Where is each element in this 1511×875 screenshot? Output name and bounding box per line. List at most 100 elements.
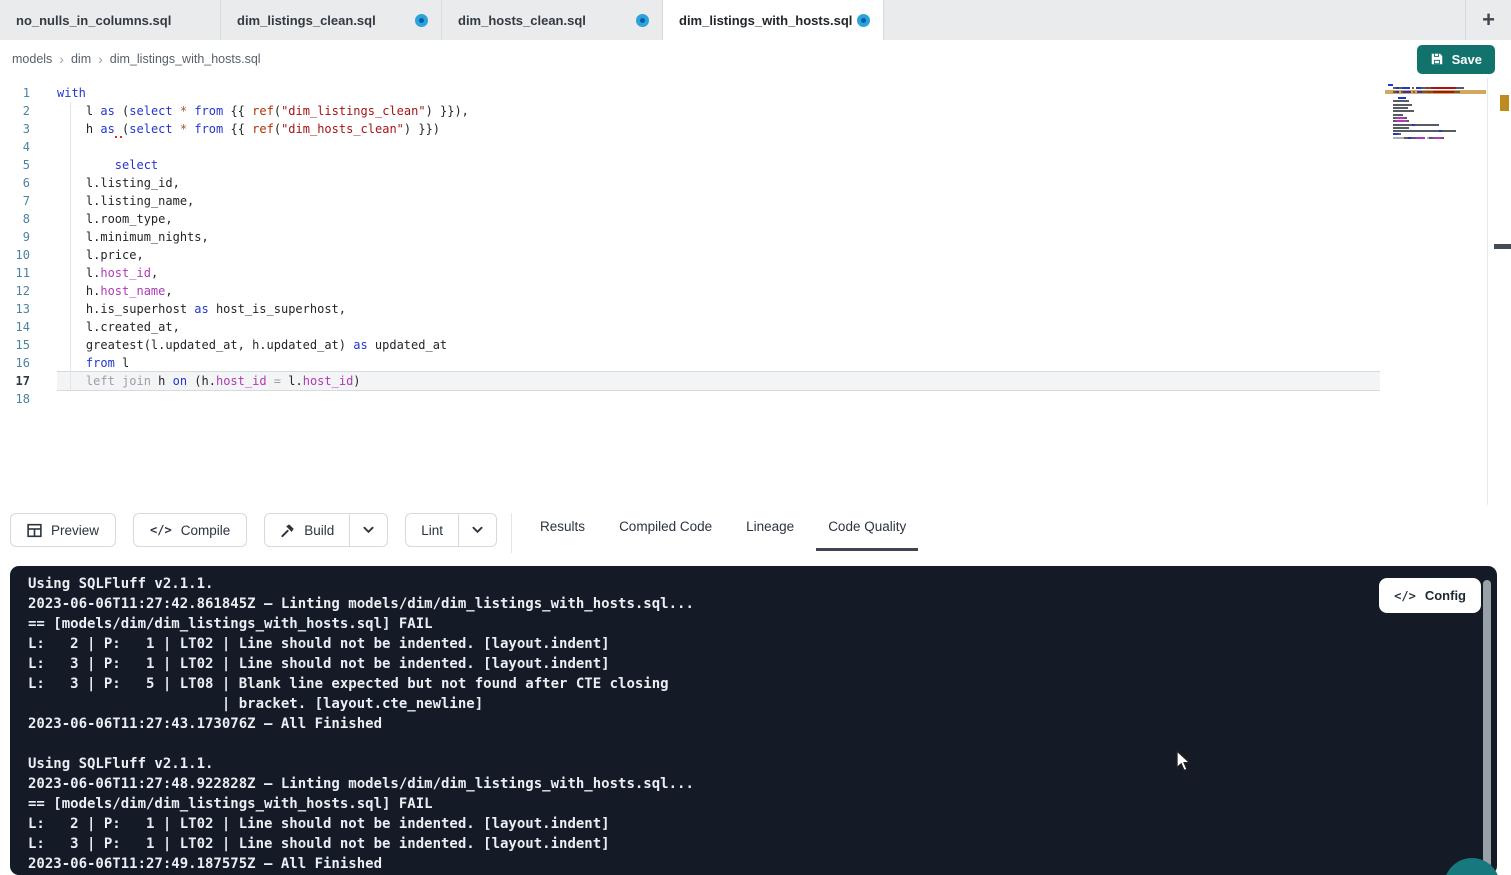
code-editor[interactable]: 1with2 l as (select * from {{ ref("dim_l…	[0, 78, 1511, 505]
chevron-down-icon	[363, 526, 374, 534]
code-line-14[interactable]: 14 l.created_at,	[0, 318, 1380, 336]
preview-grid-icon	[27, 523, 42, 538]
code-line-15[interactable]: 15 greatest(l.updated_at, h.updated_at) …	[0, 336, 1380, 354]
line-number: 1	[0, 84, 30, 102]
terminal-scrollbar[interactable]	[1483, 580, 1491, 868]
terminal-line: Using SQLFluff v2.1.1.	[10, 754, 1497, 774]
ruler-warning-marker	[1500, 95, 1509, 111]
build-button[interactable]: Build	[265, 514, 349, 546]
tab-dim_hosts_clean.sql[interactable]: dim_hosts_clean.sql	[442, 0, 663, 40]
breadcrumb-item[interactable]: models	[12, 52, 52, 66]
line-number: 6	[0, 174, 30, 192]
tab-label: dim_listings_with_hosts.sql	[679, 13, 852, 28]
minimap-line	[1388, 127, 1464, 129]
minimap-line	[1388, 133, 1464, 135]
ruler-position-marker[interactable]	[1494, 244, 1511, 249]
breadcrumb-separator: ›	[98, 51, 103, 67]
line-number: 3	[0, 120, 30, 138]
code-line-4[interactable]: 4	[0, 138, 1380, 156]
terminal-line: | bracket. [layout.cte_newline]	[10, 694, 1497, 714]
preview-button[interactable]: Preview	[10, 513, 116, 547]
minimap-line	[1388, 107, 1464, 109]
code-line-10[interactable]: 10 l.price,	[0, 246, 1380, 264]
minimap-line	[1388, 104, 1464, 106]
code-text: h.is_superhost as host_is_superhost,	[57, 300, 1380, 318]
code-line-13[interactable]: 13 h.is_superhost as host_is_superhost,	[0, 300, 1380, 318]
code-line-18[interactable]: 18	[0, 390, 1380, 408]
minimap-line	[1388, 94, 1464, 96]
minimap-line	[1388, 124, 1464, 126]
code-lines: 1with2 l as (select * from {{ ref("dim_l…	[0, 84, 1380, 408]
line-number: 10	[0, 246, 30, 264]
terminal-output: Using SQLFluff v2.1.1.2023-06-06T11:27:4…	[10, 566, 1497, 874]
tab-label: dim_hosts_clean.sql	[458, 13, 586, 28]
modified-dot-icon	[636, 14, 649, 27]
terminal-line	[10, 734, 1497, 754]
lint-button[interactable]: Lint	[406, 514, 458, 546]
code-line-12[interactable]: 12 h.host_name,	[0, 282, 1380, 300]
gutter-space	[30, 138, 57, 156]
save-button[interactable]: Save	[1417, 45, 1495, 74]
code-line-11[interactable]: 11 l.host_id,	[0, 264, 1380, 282]
tab-bar-spacer	[884, 0, 1465, 40]
build-dropdown-button[interactable]	[349, 514, 387, 546]
code-text	[57, 138, 1380, 156]
compile-button[interactable]: </> Compile	[133, 513, 247, 547]
minimap[interactable]	[1388, 84, 1464, 143]
line-number: 2	[0, 102, 30, 120]
breadcrumb-item[interactable]: dim	[71, 52, 91, 66]
terminal-line: L: 2 | P: 1 | LT02 | Line should not be …	[10, 814, 1497, 834]
lint-dropdown-button[interactable]	[458, 514, 496, 546]
panel-tab-code-quality[interactable]: Code Quality	[816, 505, 918, 551]
code-text: l.listing_name,	[57, 192, 1380, 210]
panel-tab-lineage[interactable]: Lineage	[734, 505, 806, 551]
code-line-16[interactable]: 16 from l	[0, 354, 1380, 372]
modified-dot-inner	[640, 18, 645, 23]
minimap-line	[1388, 87, 1464, 89]
code-line-17[interactable]: 17 left join h on (h.host_id = l.host_id…	[0, 372, 1380, 390]
code-text: left join h on (h.host_id = l.host_id)	[57, 372, 1380, 390]
save-button-label: Save	[1452, 52, 1482, 67]
build-button-label: Build	[304, 523, 334, 538]
gutter-space	[30, 318, 57, 336]
code-line-5[interactable]: 5 select	[0, 156, 1380, 174]
code-line-6[interactable]: 6 l.listing_id,	[0, 174, 1380, 192]
modified-dot-icon	[415, 14, 428, 27]
terminal-line: 2023-06-06T11:27:43.173076Z – All Finish…	[10, 714, 1497, 734]
modified-dot-inner	[861, 18, 866, 23]
code-line-7[interactable]: 7 l.listing_name,	[0, 192, 1380, 210]
tab-dim_listings_with_hosts.sql[interactable]: dim_listings_with_hosts.sql	[663, 0, 884, 40]
modified-dot-icon	[857, 14, 870, 27]
gutter-space	[30, 84, 57, 102]
hammer-icon	[280, 523, 295, 538]
line-number: 8	[0, 210, 30, 228]
code-line-3[interactable]: 3 h as (select * from {{ ref("dim_hosts_…	[0, 120, 1380, 138]
line-number: 5	[0, 156, 30, 174]
gutter-space	[30, 156, 57, 174]
code-line-2[interactable]: 2 l as (select * from {{ ref("dim_listin…	[0, 102, 1380, 120]
gutter-space	[30, 210, 57, 228]
code-line-1[interactable]: 1with	[0, 84, 1380, 102]
terminal-line: Using SQLFluff v2.1.1.	[10, 574, 1497, 594]
save-icon	[1430, 52, 1444, 66]
terminal-line: 2023-06-06T11:27:42.861845Z – Linting mo…	[10, 594, 1497, 614]
minimap-line	[1388, 110, 1464, 112]
code-line-8[interactable]: 8 l.room_type,	[0, 210, 1380, 228]
code-text: greatest(l.updated_at, h.updated_at) as …	[57, 336, 1380, 354]
gutter-space	[30, 174, 57, 192]
gutter-space	[30, 354, 57, 372]
tab-dim_listings_clean.sql[interactable]: dim_listings_clean.sql	[221, 0, 442, 40]
config-button[interactable]: </> Config	[1379, 578, 1481, 613]
line-number: 18	[0, 390, 30, 408]
breadcrumb: models›dim›dim_listings_with_hosts.sql	[12, 51, 261, 67]
line-number: 15	[0, 336, 30, 354]
new-tab-button[interactable]: +	[1465, 0, 1511, 40]
panel-tab-results[interactable]: Results	[528, 505, 597, 551]
code-text: l.host_id,	[57, 264, 1380, 282]
panel-tab-compiled-code[interactable]: Compiled Code	[607, 505, 724, 551]
config-button-label: Config	[1425, 588, 1466, 603]
code-line-9[interactable]: 9 l.minimum_nights,	[0, 228, 1380, 246]
tab-no_nulls_in_columns.sql[interactable]: no_nulls_in_columns.sql	[0, 0, 221, 40]
breadcrumb-item[interactable]: dim_listings_with_hosts.sql	[110, 52, 261, 66]
modified-dot-inner	[419, 18, 424, 23]
